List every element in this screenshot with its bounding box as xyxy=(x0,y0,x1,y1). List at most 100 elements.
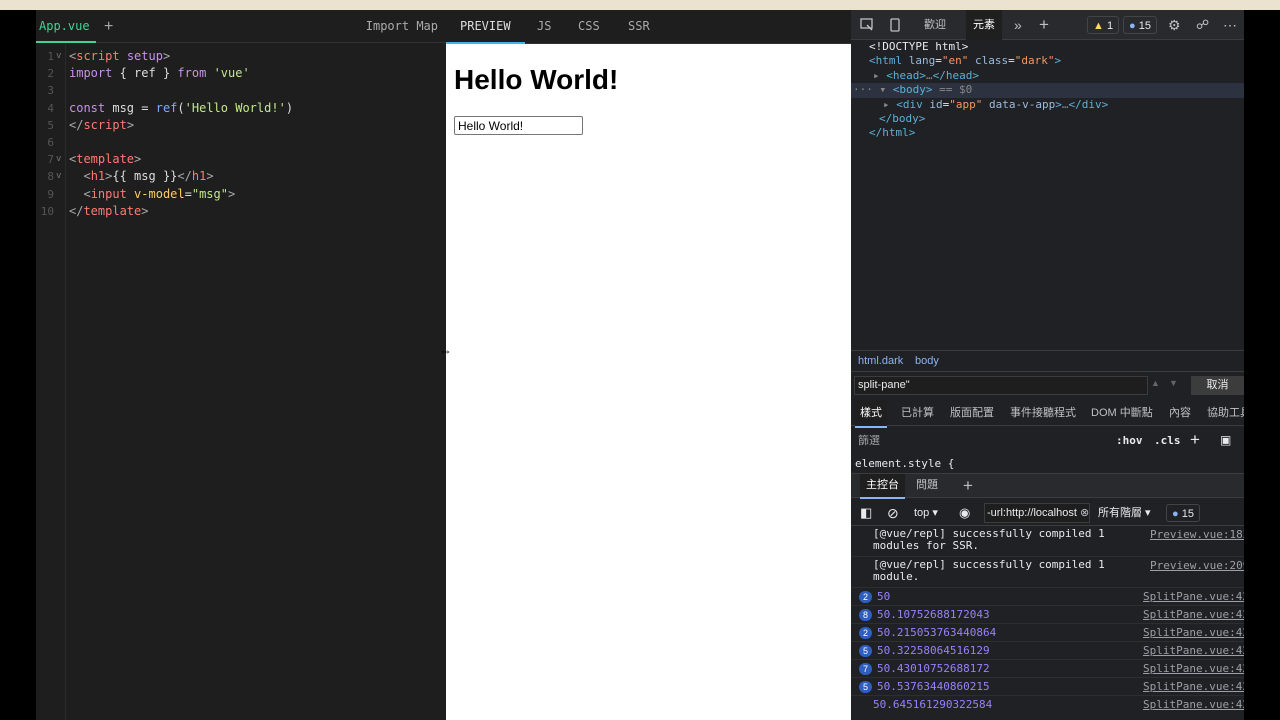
tab-issues[interactable]: 問題 xyxy=(916,474,938,497)
line-number: 4 xyxy=(47,101,54,115)
device-toggle-icon[interactable] xyxy=(888,10,902,44)
context-selector[interactable]: top ▾ xyxy=(914,500,938,526)
line-number: 1 xyxy=(47,50,54,63)
more-options-icon[interactable]: ⋯ xyxy=(1223,10,1237,40)
fold-icon[interactable]: v xyxy=(56,151,61,168)
line-number: 2 xyxy=(47,67,54,81)
source-link[interactable]: SplitPane.vue:42 xyxy=(1143,678,1244,696)
devtools-toolbar: 歡迎 元素 » + ▲ 1 ● 15 ⚙ ☍ ⋯ xyxy=(851,10,1244,40)
new-rule-icon[interactable]: + xyxy=(1190,430,1200,450)
tab-preview[interactable]: PREVIEW xyxy=(446,10,525,44)
dom-node-html[interactable]: <html lang="en" class="dark"> xyxy=(851,54,1244,68)
breadcrumb-body[interactable]: body xyxy=(915,351,939,371)
add-drawer-tab-icon[interactable]: + xyxy=(963,474,973,497)
log-levels-dropdown[interactable]: 所有階層 ▾ xyxy=(1098,500,1151,526)
split-resize-icon[interactable]: ⇔ xyxy=(439,343,452,358)
clear-filter-icon[interactable]: ⊗ xyxy=(1080,500,1089,526)
tab-layout[interactable]: 版面配置 xyxy=(950,400,994,426)
settings-gear-icon[interactable]: ⚙ xyxy=(1168,10,1181,40)
console-message: [@vue/repl] successfully compiled 1 modu… xyxy=(851,557,1244,588)
customize-icon[interactable]: ☍ xyxy=(1196,10,1209,40)
more-tabs-icon[interactable]: » xyxy=(1014,10,1022,40)
code-line: 7 v <template> xyxy=(36,151,446,168)
dom-node-doctype[interactable]: <!DOCTYPE html> xyxy=(851,40,1244,54)
warnings-badge[interactable]: ▲ 1 xyxy=(1087,16,1120,34)
tab-welcome[interactable]: 歡迎 xyxy=(924,10,946,40)
source-link[interactable]: Preview.vue:183 xyxy=(1150,528,1244,541)
line-number: 10 xyxy=(40,204,54,218)
dom-node-body[interactable]: ··· ▾ <body> == $0 xyxy=(851,83,1244,98)
tab-ssr[interactable]: SSR xyxy=(628,10,650,44)
repeat-count-badge: 2 xyxy=(859,591,872,603)
tab-accessibility[interactable]: 協助工具 xyxy=(1207,400,1244,426)
tab-css[interactable]: CSS xyxy=(578,10,600,44)
dom-search-bar: split-pane" ▲ ▼ 取消 xyxy=(851,374,1244,398)
left-letterbox xyxy=(0,10,36,720)
file-tab-app-vue[interactable]: App.vue xyxy=(36,10,96,43)
source-link[interactable]: SplitPane.vue:42 xyxy=(1143,588,1244,606)
code-editor-pane: App.vue + Import Map 1 v <script setup> 2i… xyxy=(36,10,446,720)
dom-node-head[interactable]: ▸ <head>…</head> xyxy=(851,69,1244,83)
styles-tab-bar: 樣式 已計算 版面配置 事件接聽程式 DOM 中斷點 內容 協助工具 xyxy=(851,400,1244,428)
expand-arrow-icon[interactable]: ▸ xyxy=(883,98,896,111)
source-link[interactable]: SplitPane.vue:42 xyxy=(1143,642,1244,660)
repeat-count-badge: 8 xyxy=(859,609,872,621)
console-message: 7 50.43010752688172 SplitPane.vue:42 xyxy=(851,660,1244,678)
tab-dom-breakpoints[interactable]: DOM 中斷點 xyxy=(1091,400,1153,426)
tab-elements[interactable]: 元素 xyxy=(966,10,1002,40)
tab-console[interactable]: 主控台 xyxy=(860,474,905,499)
elements-tree[interactable]: <!DOCTYPE html> <html lang="en" class="d… xyxy=(851,40,1244,348)
import-map-tab[interactable]: Import Map xyxy=(366,10,438,43)
breadcrumb-html[interactable]: html.dark xyxy=(858,351,903,371)
search-prev-icon[interactable]: ▲ xyxy=(1151,378,1160,388)
expand-arrow-icon[interactable]: ▸ xyxy=(873,69,886,82)
code-line: 3 xyxy=(36,82,446,99)
tab-computed[interactable]: 已計算 xyxy=(901,400,934,426)
issues-badge[interactable]: ● 15 xyxy=(1123,16,1157,34)
source-link[interactable]: SplitPane.vue:42 xyxy=(1143,696,1244,714)
dom-node-html-close[interactable]: </html> xyxy=(851,126,1244,140)
source-link[interactable]: Preview.vue:209 xyxy=(1150,559,1244,572)
sidebar-toggle-icon[interactable]: ◧ xyxy=(860,500,872,526)
computed-sidebar-icon[interactable]: ▣ xyxy=(1220,433,1231,447)
output-tab-bar: PREVIEW JS CSS SSR xyxy=(446,10,851,44)
code-area[interactable]: 1 v <script setup> 2 import { ref } from 'v… xyxy=(36,48,446,220)
tab-js[interactable]: JS xyxy=(537,10,551,44)
tab-properties[interactable]: 內容 xyxy=(1169,400,1191,426)
console-filter-input[interactable]: -url:http://localhost xyxy=(984,503,1090,523)
fold-icon[interactable]: v xyxy=(56,168,61,185)
console-message: 8 50.10752688172043 SplitPane.vue:42 xyxy=(851,606,1244,624)
source-link[interactable]: SplitPane.vue:42 xyxy=(1143,606,1244,624)
repeat-count-badge: 5 xyxy=(859,681,872,693)
message-input[interactable] xyxy=(454,116,583,135)
cancel-search-button[interactable]: 取消 xyxy=(1191,376,1244,395)
styles-filter-input[interactable]: 篩選 xyxy=(858,428,880,454)
code-line: 1 v <script setup> xyxy=(36,48,446,65)
fold-icon[interactable]: v xyxy=(56,48,61,65)
top-strip xyxy=(0,0,1280,10)
dom-search-input[interactable]: split-pane" xyxy=(854,376,1148,395)
line-number: 9 xyxy=(47,187,54,201)
dom-node-body-close[interactable]: </body> xyxy=(851,112,1244,126)
line-number: 8 xyxy=(47,170,54,184)
line-number: 7 xyxy=(47,153,54,167)
console-message: 5 50.53763440860215 SplitPane.vue:42 xyxy=(851,678,1244,696)
repeat-count-badge: 7 xyxy=(859,663,872,675)
cls-toggle[interactable]: .cls xyxy=(1154,428,1181,454)
code-line: 4 const msg = ref('Hello World!') xyxy=(36,100,446,117)
console-message: 2 50.215053763440864 SplitPane.vue:42 xyxy=(851,624,1244,642)
dom-node-app-div[interactable]: ▸ <div id="app" data-v-app>…</div> xyxy=(851,98,1244,112)
hov-toggle[interactable]: :hov xyxy=(1116,428,1143,454)
console-message: 50.645161290322584 SplitPane.vue:42 xyxy=(851,696,1244,714)
console-issues-badge[interactable]: ● 15 xyxy=(1166,504,1200,522)
clear-console-icon[interactable]: ⊘ xyxy=(887,500,899,526)
add-file-button[interactable]: + xyxy=(104,10,113,43)
tab-event-listeners[interactable]: 事件接聽程式 xyxy=(1010,400,1076,426)
source-link[interactable]: SplitPane.vue:42 xyxy=(1143,660,1244,678)
search-next-icon[interactable]: ▼ xyxy=(1169,378,1178,388)
live-expression-eye-icon[interactable]: ◉ xyxy=(959,500,970,526)
source-link[interactable]: SplitPane.vue:42 xyxy=(1143,624,1244,642)
tab-styles[interactable]: 樣式 xyxy=(855,400,887,428)
add-tab-icon[interactable]: + xyxy=(1039,10,1049,40)
inspect-icon[interactable] xyxy=(860,10,874,44)
